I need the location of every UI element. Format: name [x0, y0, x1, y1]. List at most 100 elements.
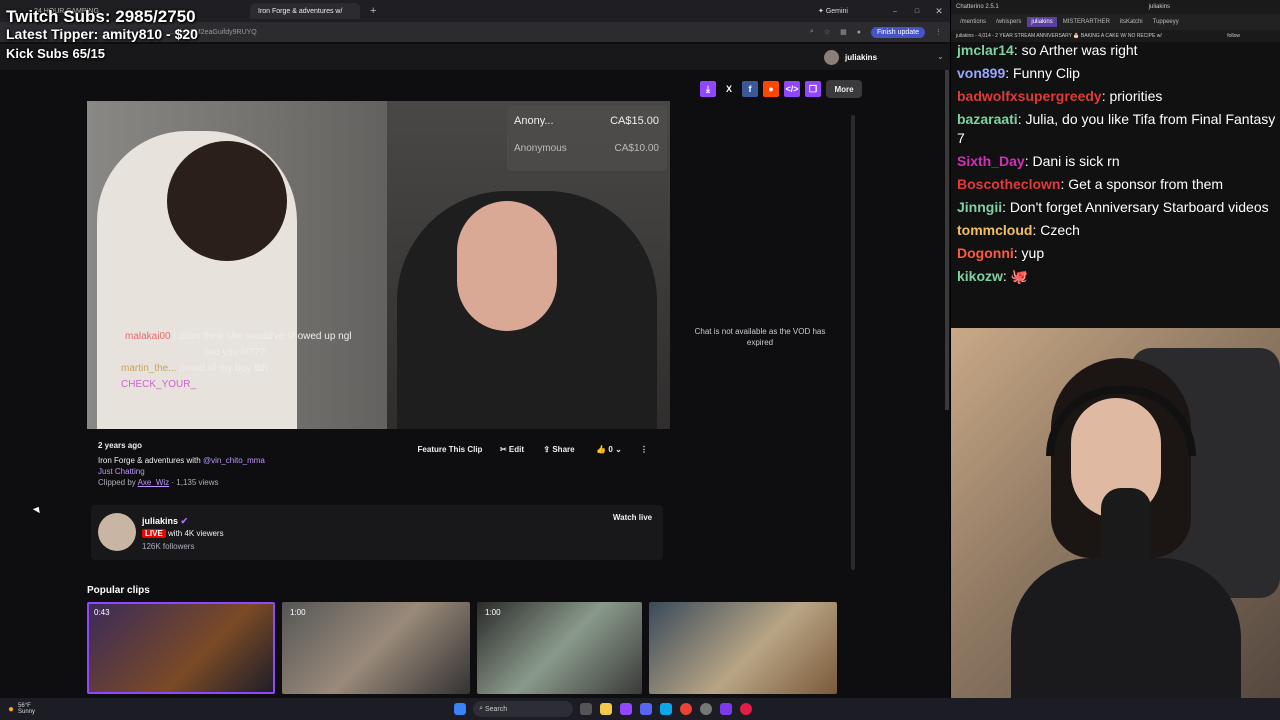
bookmark-star-icon[interactable]: ☆: [824, 28, 830, 36]
close-icon[interactable]: ✕: [928, 6, 950, 17]
chatterino-icon[interactable]: [720, 703, 733, 715]
donor-name: Anonymous: [514, 143, 567, 154]
clip-mention-link[interactable]: @vin_chito_mma: [203, 456, 265, 465]
share-button[interactable]: ⇪ Share: [537, 440, 581, 458]
discord-icon[interactable]: [640, 703, 653, 715]
chat-tab[interactable]: /mentions: [956, 17, 990, 27]
twitch-top-bar: juliakins ⌄: [0, 44, 950, 70]
maximize-icon[interactable]: □: [906, 8, 928, 15]
obs-icon[interactable]: [700, 703, 713, 715]
chat-text: Don't forget Anniversary Starboard video…: [1009, 199, 1269, 215]
sun-icon: ●: [8, 703, 15, 715]
thumbs-up-icon: 👍: [596, 444, 607, 454]
avatar[interactable]: [824, 50, 839, 65]
clip-thumbnail[interactable]: 1:00: [282, 602, 470, 694]
chat-username[interactable]: kikozw: [957, 268, 1003, 284]
follow-button[interactable]: follow: [1227, 33, 1280, 39]
chat-tab[interactable]: itsKatchi: [1116, 17, 1147, 27]
chat-tab[interactable]: /whispers: [992, 17, 1025, 27]
clip-title-text: Iron Forge & adventures with: [98, 456, 201, 465]
clip-duration: 1:00: [290, 608, 306, 617]
chat-username[interactable]: von899: [957, 65, 1005, 81]
chat-message: Sixth_Day: Dani is sick rn: [957, 153, 1120, 169]
chat-username[interactable]: Sixth_Day: [957, 153, 1025, 169]
vod-chat-notice: Chat is not available as the VOD has exp…: [694, 327, 826, 347]
windows-start-icon[interactable]: [454, 703, 467, 715]
chat-message: von899: Funny Clip: [957, 65, 1080, 81]
facebook-icon[interactable]: f: [742, 81, 758, 97]
search-box[interactable]: ⌕ Search: [473, 701, 574, 717]
donation-amount: CA$10.00: [614, 143, 659, 154]
emote-icon: 🐙: [1010, 268, 1029, 284]
kebab-menu-icon[interactable]: ⋮: [637, 440, 651, 458]
chat-text: yup: [1021, 245, 1045, 261]
kebab-menu-icon[interactable]: ⋮: [935, 28, 942, 36]
chrome-icon[interactable]: [680, 703, 693, 715]
account-name[interactable]: juliakins: [1149, 4, 1170, 10]
chat-username[interactable]: badwolfxsupergreedy: [957, 88, 1102, 104]
webcam-feed: [951, 328, 1280, 698]
download-icon[interactable]: ⤓: [700, 81, 716, 97]
weather-widget[interactable]: ● 56°F Sunny: [0, 703, 35, 715]
reddit-icon[interactable]: ●: [763, 81, 779, 97]
chat-username[interactable]: Boscotheclown: [957, 176, 1060, 192]
clip-thumbnail[interactable]: 1:00: [477, 602, 642, 694]
new-tab-button[interactable]: +: [362, 3, 384, 19]
channel-name[interactable]: juliakins ✔: [142, 516, 188, 527]
feature-clip-button[interactable]: Feature This Clip: [413, 440, 487, 458]
chat-text: Dani is sick rn: [1032, 153, 1120, 169]
donation-overlay: Anony... CA$15.00 Anonymous CA$10.00: [507, 106, 667, 171]
chat-tab-active[interactable]: juliakins: [1027, 17, 1057, 27]
browser-tab-active[interactable]: Iron Forge & adventures w/: [250, 3, 360, 19]
clip-duration: 1:00: [485, 608, 501, 617]
minimize-icon[interactable]: –: [884, 8, 906, 15]
video-chat-line: CHECK_YOUR_: [101, 377, 401, 393]
chat-message: bazaraati: Julia, do you like Tifa from …: [957, 111, 1276, 146]
app-icon[interactable]: [740, 703, 753, 715]
channel-header-text: juliakins - 4,014 - 2 YEAR STREAM ANNIVE…: [956, 33, 1162, 39]
weather-desc: Sunny: [18, 709, 36, 715]
clip-panel-scrollbar[interactable]: [851, 115, 855, 570]
edge-icon[interactable]: [660, 703, 673, 715]
chatterino-window: Chatterino 2.5.1 juliakins /mentions /wh…: [951, 0, 1280, 328]
embed-icon[interactable]: </>: [784, 81, 800, 97]
extensions-icon[interactable]: ▦: [840, 28, 847, 36]
edit-button[interactable]: ✂ Edit: [493, 440, 531, 458]
clip-thumbnail[interactable]: 0:43: [87, 602, 275, 694]
verified-icon: ✔: [180, 516, 189, 526]
live-status: LIVE with 4K viewers: [142, 529, 224, 538]
chatterino-tabs: /mentions /whispers juliakins MISTERARTH…: [951, 14, 1280, 30]
live-badge: LIVE: [142, 529, 166, 538]
zoom-icon[interactable]: ⌕: [810, 28, 814, 36]
category-link[interactable]: Just Chatting: [98, 467, 145, 476]
browser-window: 24 HOUR CAMPING Iron Forge & adventures …: [0, 0, 950, 698]
chat-username[interactable]: jmclar14: [957, 42, 1014, 58]
twitch-icon[interactable]: [620, 703, 633, 715]
chat-username[interactable]: bazaraati: [957, 111, 1018, 127]
chat-tab[interactable]: MISTERARTHER: [1059, 17, 1114, 27]
profile-icon[interactable]: ●: [857, 29, 861, 36]
chat-username[interactable]: Jinngii: [957, 199, 1002, 215]
x-icon[interactable]: X: [721, 81, 737, 97]
clip-video-player[interactable]: Anony... CA$15.00 Anonymous CA$10.00 mal…: [87, 101, 670, 429]
like-button[interactable]: 👍 0 ⌄: [587, 440, 631, 458]
clipper-link[interactable]: Axe_Wiz: [138, 478, 170, 487]
file-explorer-icon[interactable]: [600, 703, 613, 715]
chat-tab[interactable]: Tuppeeyy: [1149, 17, 1183, 27]
avatar[interactable]: [98, 513, 136, 551]
more-button[interactable]: More: [826, 80, 862, 98]
task-view-icon[interactable]: [580, 703, 593, 715]
twitch-username[interactable]: juliakins: [845, 53, 877, 62]
watch-live-button[interactable]: Watch live: [604, 508, 661, 526]
chat-username[interactable]: Dogonni: [957, 245, 1014, 261]
app-title: Chatterino 2.5.1: [956, 4, 999, 10]
gemini-button[interactable]: ✦ Gemini: [818, 7, 848, 15]
chat-username[interactable]: tommcloud: [957, 222, 1032, 238]
chat-text: priorities: [1109, 88, 1163, 104]
finish-update-button[interactable]: Finish update: [870, 26, 925, 38]
clip-thumbnail[interactable]: [649, 602, 837, 694]
copy-icon[interactable]: ❐: [805, 81, 821, 97]
chevron-down-icon[interactable]: ⌄: [937, 52, 944, 61]
video-chat-line: bro you lit???: [101, 345, 401, 361]
page-scrollbar[interactable]: [945, 70, 949, 410]
